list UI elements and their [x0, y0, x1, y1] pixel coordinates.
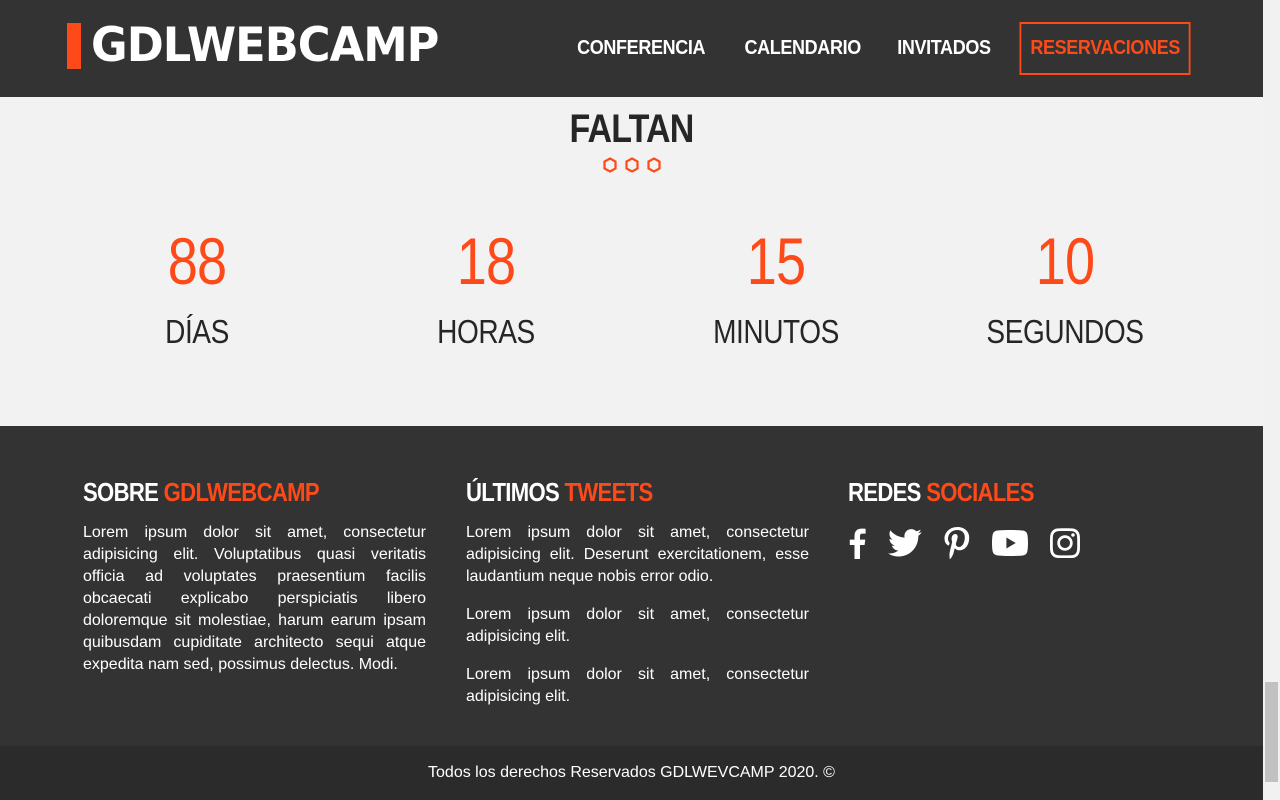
instagram-icon[interactable]: [1050, 526, 1080, 560]
footer-social-title: REDES SOCIALES: [848, 477, 1034, 507]
site-header: GDLWEBCAMP CONFERENCIA CALENDARIO INVITA…: [0, 0, 1263, 97]
counter-label: SEGUNDOS: [986, 313, 1144, 350]
copyright-bar: Todos los derechos Reservados GDLWEVCAMP…: [0, 746, 1263, 800]
counter-value: 18: [456, 224, 516, 298]
counter-value: 15: [746, 224, 806, 298]
nav-item-conferencia[interactable]: CONFERENCIA: [577, 22, 705, 75]
counter-label: HORAS: [437, 313, 535, 350]
footer-tweets: ÚLTIMOS TWEETS Lorem ipsum dolor sit ame…: [466, 476, 809, 708]
reservaciones-button[interactable]: RESERVACIONES: [1019, 22, 1191, 75]
site-logo[interactable]: GDLWEBCAMP: [67, 20, 457, 72]
tweet-item: Lorem ipsum dolor sit amet, consectetur …: [466, 666, 809, 705]
hexagon-icon: [602, 157, 617, 173]
countdown-title: FALTAN: [569, 107, 695, 151]
twitter-icon[interactable]: [888, 526, 922, 560]
hexagon-icon: [646, 157, 661, 173]
hexagon-icon: [624, 157, 639, 173]
footer-about-title: SOBRE GDLWEBCAMP: [83, 477, 320, 507]
counter-label: MINUTOS: [713, 313, 839, 350]
facebook-icon[interactable]: [848, 526, 866, 560]
site-footer: SOBRE GDLWEBCAMP Lorem ipsum dolor sit a…: [0, 426, 1263, 746]
counter-value: 88: [167, 224, 227, 298]
footer-tweets-title: ÚLTIMOS TWEETS: [466, 477, 653, 507]
tweet-item: Lorem ipsum dolor sit amet, consectetur …: [466, 606, 809, 645]
social-links: [848, 526, 1191, 560]
counter-days: 88 DÍAS: [97, 225, 297, 352]
nav-item-calendario[interactable]: CALENDARIO: [744, 22, 861, 75]
counter-label: DÍAS: [165, 313, 229, 350]
footer-about-text: Lorem ipsum dolor sit amet, consectetur …: [83, 524, 426, 673]
countdown-section: FALTAN 88 DÍAS 18 HORAS 15 MINUTOS 10 SE…: [0, 97, 1263, 426]
main-nav: CONFERENCIA CALENDARIO INVITADOS RESERVA…: [545, 22, 1200, 75]
pinterest-icon[interactable]: [944, 526, 970, 560]
youtube-icon[interactable]: [992, 526, 1028, 560]
counter-seconds: 10 SEGUNDOS: [965, 225, 1165, 352]
counter-hours: 18 HORAS: [386, 225, 586, 352]
nav-item-invitados[interactable]: INVITADOS: [897, 22, 991, 75]
counter-minutes: 15 MINUTOS: [676, 225, 876, 352]
footer-social: REDES SOCIALES: [848, 476, 1191, 560]
scrollbar-thumb[interactable]: [1265, 682, 1278, 782]
logo-bar: [67, 23, 81, 69]
tweet-item: Lorem ipsum dolor sit amet, consectetur …: [466, 524, 809, 585]
footer-about: SOBRE GDLWEBCAMP Lorem ipsum dolor sit a…: [83, 476, 426, 676]
counter-value: 10: [1035, 224, 1095, 298]
logo-text: GDLWEBCAMP: [91, 18, 439, 73]
title-decoration: [0, 157, 1263, 173]
page-scrollbar[interactable]: [1263, 0, 1280, 800]
